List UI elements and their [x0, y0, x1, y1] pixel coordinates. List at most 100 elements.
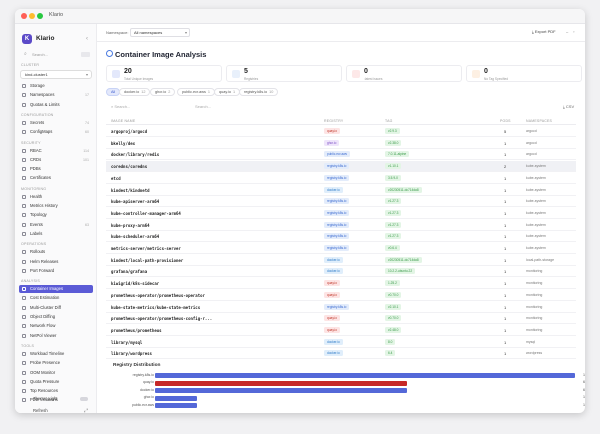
theme-toggle[interactable]: Theme: Light — [20, 395, 92, 403]
table-row[interactable]: argoproj/argocd quay.io v2.9.3 5 argocd — [106, 126, 576, 137]
sidebar-item-health[interactable]: Health — [19, 193, 93, 201]
expand-icon[interactable]: ⤢ — [84, 406, 88, 413]
col-registry[interactable]: REGISTRY — [324, 119, 343, 123]
sidebar-item-network-flow[interactable]: Network Flow — [19, 322, 93, 330]
nav-item-icon — [22, 176, 26, 181]
sidebar-item-pdbs[interactable]: PDBs — [19, 165, 93, 173]
maximize-window-button[interactable] — [37, 13, 43, 19]
sidebar-item-multi-cluster-diff[interactable]: Multi-Cluster Diff — [19, 304, 93, 312]
page-title: Container Image Analysis — [115, 50, 207, 59]
chip-label: quay.io — [219, 90, 231, 94]
sidebar-item-label: Helm Releases — [30, 258, 59, 264]
namespace-search-input[interactable]: Search... — [195, 104, 211, 109]
pods-cell: 1 — [504, 222, 507, 228]
sidebar-item-storage[interactable]: Storage — [19, 82, 93, 90]
tag-badge: v20230511-dc714da8 — [385, 256, 422, 263]
image-name-cell: library/wordpress — [111, 351, 152, 357]
table-row[interactable]: kube-proxy-arm64 registry.k8s.io v1.27.3 1 k… — [106, 220, 576, 231]
export-csv-button[interactable]: ⤓ CSV — [563, 104, 574, 109]
table-row[interactable]: etcd registry.k8s.io 3.5.9-0 1 kube-system — [106, 173, 576, 184]
refresh-button[interactable]: Refresh ⤢ — [20, 406, 92, 413]
table-row[interactable]: prometheus-operator/prometheus-operator q… — [106, 290, 576, 301]
filter-chip-quay-io[interactable]: quay.io 1 — [214, 88, 241, 96]
sidebar-item-rollouts[interactable]: Rollouts — [19, 248, 93, 256]
sidebar-item-events[interactable]: Events 63 — [19, 221, 93, 229]
nav-item-icon — [22, 389, 26, 394]
sidebar-item-workload-timeline[interactable]: Workload Timeline — [19, 350, 93, 358]
tag-badge: v2.10.1 — [385, 303, 402, 310]
nav-item-icon — [22, 361, 26, 366]
sidebar-item-oom-monitor[interactable]: OOM Monitor — [19, 369, 93, 377]
registry-badge: registry.k8s.io — [324, 198, 350, 205]
filter-chip-registry-k8s-io[interactable]: registry.k8s.io 10 — [239, 88, 279, 96]
sidebar-item-label: Port Forward — [30, 267, 55, 273]
table-row[interactable]: kindest/kindnetd docker.io v20230511-dc714… — [106, 185, 576, 196]
filter-chip-public-ecr-aws[interactable]: public.ecr.aws 1 — [177, 88, 215, 96]
image-analysis-icon — [106, 50, 113, 57]
minimize-window-button[interactable] — [29, 13, 35, 19]
sidebar-item-netpol-viewer[interactable]: NetPol Viewer — [19, 332, 93, 340]
table-row[interactable]: docker/library/redis public.ecr.aws 7.0.11… — [106, 149, 576, 161]
col-pods[interactable]: PODS — [500, 119, 511, 123]
table-row[interactable]: coredns/coredns registry.k8s.io v1.10.1 2 ku… — [106, 161, 576, 173]
collapse-sidebar-icon[interactable]: ‹ — [86, 36, 88, 42]
chip-count: 12 — [141, 90, 146, 94]
registry-badge: docker.io — [324, 186, 343, 193]
sidebar-item-namespaces[interactable]: Namespaces 17 — [19, 91, 93, 99]
table-row[interactable]: kindest/local-path-provisioner docker.io v… — [106, 255, 576, 266]
nav-item-icon — [22, 268, 26, 273]
sidebar-item-object-diffing[interactable]: Object Diffing — [19, 313, 93, 321]
sidebar-item-port-forward[interactable]: Port Forward — [19, 267, 93, 275]
table-row[interactable]: metrics-server/metrics-server registry.k8… — [106, 243, 576, 254]
registry-badge: docker.io — [324, 338, 343, 345]
filter-chip-ghcr-io[interactable]: ghcr.io 2 — [150, 88, 176, 96]
filter-chip-docker-io[interactable]: docker.io 12 — [119, 88, 151, 96]
table-row[interactable]: library/mysql docker.io 8.0 1 mysql — [106, 337, 576, 348]
minimize-icon[interactable]: – — [566, 29, 568, 34]
sidebar-item-crds[interactable]: CRDs 101 — [19, 156, 93, 164]
sidebar-item-top-resources[interactable]: Top Resources — [19, 387, 93, 395]
sidebar-item-probe-presence[interactable]: Probe Presence — [19, 359, 93, 367]
sidebar-item-certificates[interactable]: Certificates — [19, 174, 93, 182]
sidebar-item-metrics-history[interactable]: Metrics History — [19, 202, 93, 210]
table-row[interactable]: kube-controller-manager-arm64 registry.k8… — [106, 208, 576, 219]
namespace-search-placeholder: Search... — [195, 104, 212, 109]
col-namespaces[interactable]: NAMESPACES — [526, 119, 552, 123]
nav-item-icon — [22, 324, 26, 329]
table-row[interactable]: prometheus/prometheus quay.io v2.48.0 1 moni… — [106, 325, 576, 336]
sidebar-item-secrets[interactable]: Secrets 74 — [19, 119, 93, 127]
sidebar-item-quota-pressure[interactable]: Quota Pressure — [19, 378, 93, 386]
table-row[interactable]: kiwigrid/k8s-sidecar quay.io 1.25.2 1 monito… — [106, 278, 576, 290]
sidebar-item-rbac[interactable]: RBAC 114 — [19, 147, 93, 155]
table-row[interactable]: kube-scheduler-arm64 registry.k8s.io v1.27… — [106, 231, 576, 243]
table-row[interactable]: grafana/grafana docker.io 10.2.2-ubuntu.22… — [106, 266, 576, 278]
stat-card: 0 No Tag Specified — [466, 65, 582, 82]
table-row[interactable]: library/wordpress docker.io 6.4 1 wordpress — [106, 348, 576, 360]
registry-badge: quay.io — [324, 326, 341, 333]
table-row[interactable]: kube-state-metrics/kube-state-metrics reg… — [106, 302, 576, 313]
sidebar-item-configmaps[interactable]: ConfigMaps 60 — [19, 128, 93, 136]
col-image-name[interactable]: IMAGE NAME — [111, 119, 135, 123]
tag-badge: v1.10.1 — [385, 163, 402, 170]
cluster-select[interactable]: kind-cluster1 ▾ — [20, 70, 92, 79]
col-tag[interactable]: TAG — [385, 119, 393, 123]
table-search-input[interactable]: ⌕ Search... — [111, 104, 130, 109]
namespace-select[interactable]: All namespaces ▾ — [130, 28, 190, 37]
sidebar-item-container-images[interactable]: Container Images — [19, 285, 93, 294]
sidebar-item-helm-releases[interactable]: Helm Releases — [19, 258, 93, 266]
sidebar-item-labels[interactable]: Labels — [19, 230, 93, 238]
close-window-button[interactable] — [21, 13, 27, 19]
sidebar-item-cost-estimation[interactable]: Cost Estimation — [19, 294, 93, 302]
sidebar-search-input[interactable]: ⌕ Search... — [20, 50, 92, 59]
table-row[interactable]: bkelly/dex ghcr.io v2.38.0 1 argocd — [106, 138, 576, 149]
sidebar-item-quotas-limits[interactable]: Quotas & Limits — [19, 101, 93, 109]
pods-cell: 1 — [504, 210, 507, 216]
registry-badge: ghcr.io — [324, 139, 340, 146]
export-pdf-button[interactable]: ⤓ Export PDF — [532, 29, 556, 34]
table-row[interactable]: kube-apiserver-arm64 registry.k8s.io v1.27… — [106, 196, 576, 208]
table-row[interactable]: prometheus-operator/prometheus-config-r.… — [106, 313, 576, 325]
maximize-icon[interactable]: ▫ — [573, 29, 574, 34]
sidebar-item-topology[interactable]: Topology — [19, 211, 93, 219]
toggle-switch[interactable] — [80, 397, 88, 401]
tag-badge: 7.0.11-alpine — [385, 151, 410, 158]
